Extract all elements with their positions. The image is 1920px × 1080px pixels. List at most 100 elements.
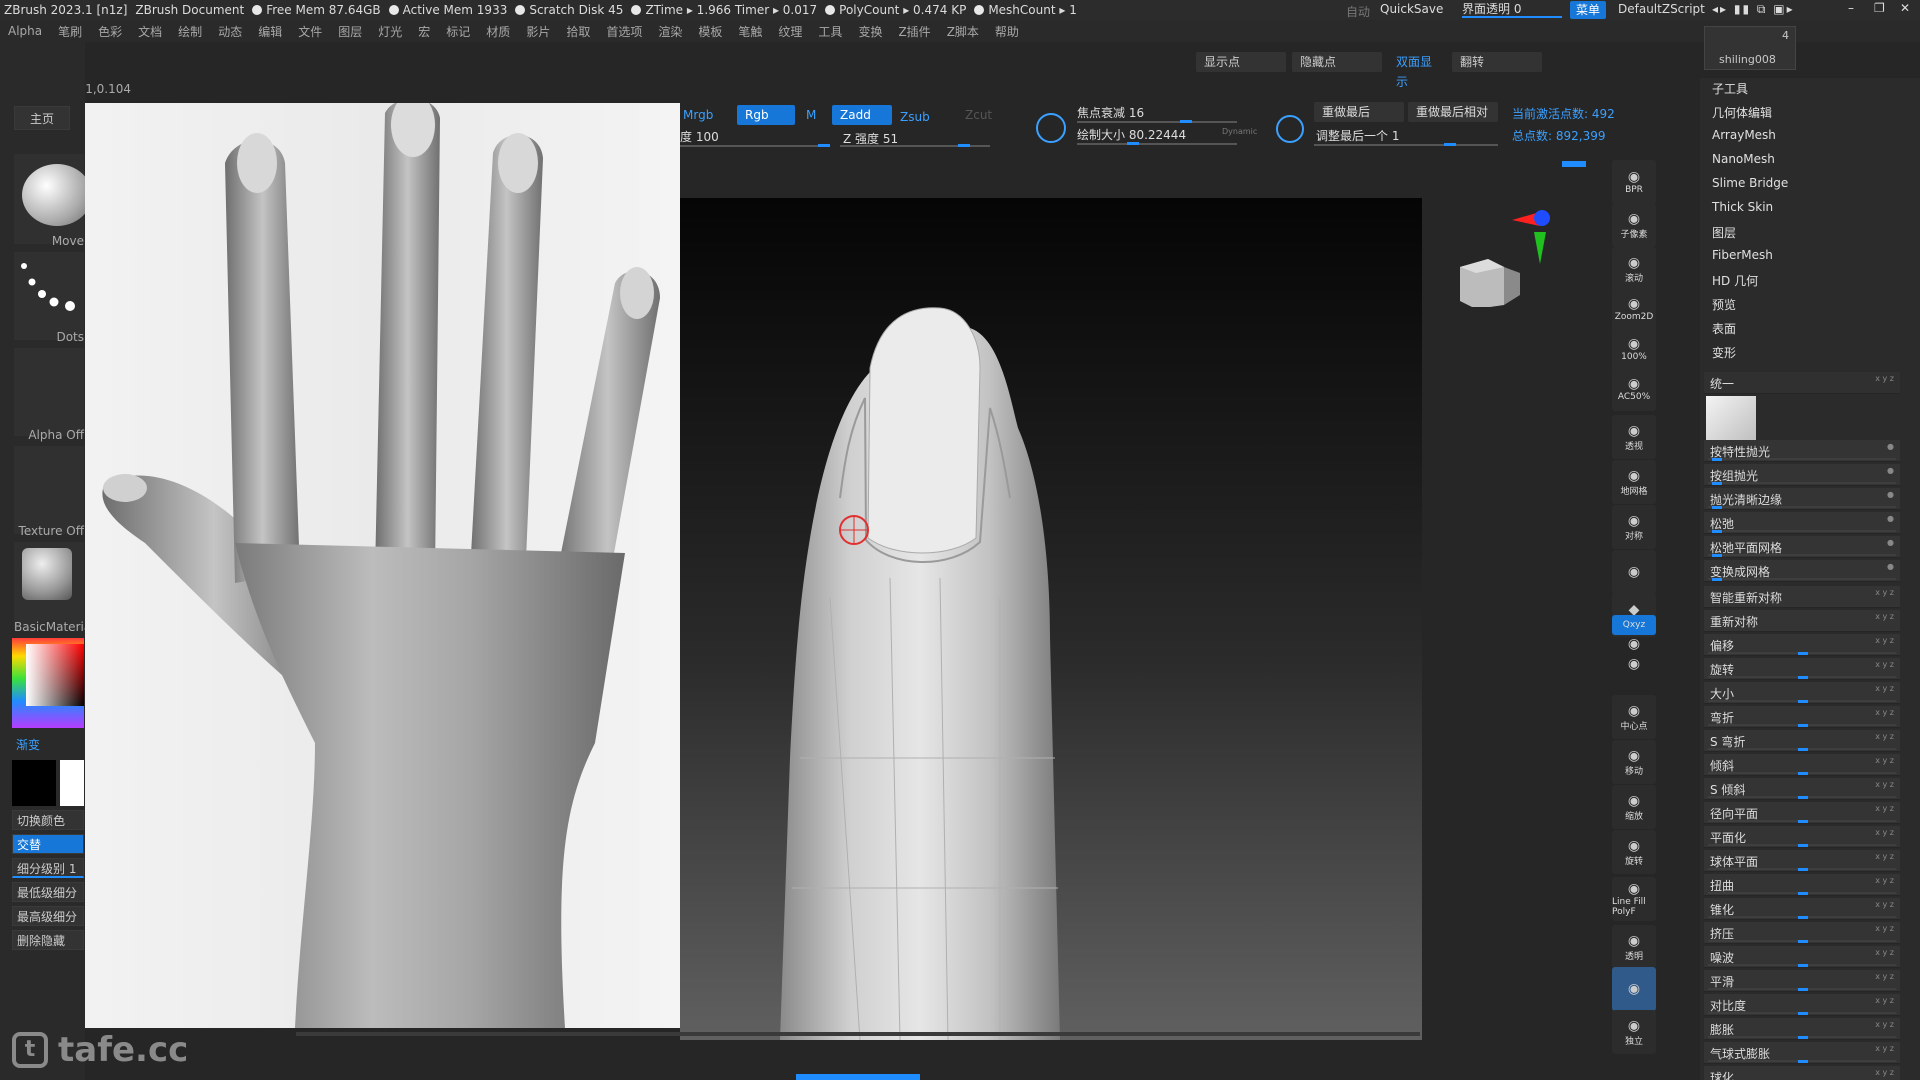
deform-row-axis-toggle[interactable]: x y z — [1875, 1068, 1894, 1077]
color-square[interactable] — [26, 644, 84, 706]
deform-row-7[interactable]: 重新对称 x y z — [1704, 610, 1900, 632]
deform-row-axis-toggle[interactable]: x y z — [1875, 684, 1894, 693]
menu-item-20[interactable]: 工具 — [810, 23, 850, 40]
deform-row-track[interactable] — [1708, 458, 1896, 460]
ui-transparency-slider[interactable]: 界面透明 0 — [1462, 0, 1562, 18]
mrgb-button[interactable]: Mrgb — [675, 105, 721, 125]
replay-last-relative-button[interactable]: 重做最后相对 — [1408, 102, 1498, 122]
deform-row-knob[interactable] — [1798, 772, 1808, 775]
deform-row-axis-toggle[interactable]: x y z — [1875, 732, 1894, 741]
linefill-icon[interactable]: ◉ Line Fill PolyF — [1612, 877, 1656, 921]
axis-gizmo[interactable] — [1510, 208, 1570, 268]
deform-row-5[interactable]: 变换成网格 ● — [1704, 560, 1900, 582]
deform-row-23[interactable]: 对比度 x y z — [1704, 994, 1900, 1016]
deform-row-axis-toggle[interactable]: x y z — [1875, 924, 1894, 933]
quicksave-button[interactable]: QuickSave — [1380, 2, 1443, 16]
menu-item-6[interactable]: 编辑 — [250, 23, 290, 40]
menu-item-22[interactable]: Z插件 — [890, 23, 938, 40]
bpr-icon[interactable]: ◉ BPR — [1612, 160, 1656, 204]
deform-row-axis-toggle[interactable]: x y z — [1875, 588, 1894, 597]
transparency-icon[interactable]: ◉ 透明 — [1612, 925, 1656, 969]
deform-row-24[interactable]: 膨胀 x y z — [1704, 1018, 1900, 1040]
deform-row-20[interactable]: 挤压 x y z — [1704, 922, 1900, 944]
deform-row-knob[interactable] — [1798, 820, 1808, 823]
deform-row-18[interactable]: 扭曲 x y z — [1704, 874, 1900, 896]
deform-row-axis-toggle[interactable]: x y z — [1875, 756, 1894, 765]
tool-menu-item-4[interactable]: Slime Bridge — [1712, 176, 1788, 190]
rotate-b-icon[interactable]: ◉ — [1612, 655, 1656, 673]
menu-item-3[interactable]: 文档 — [130, 23, 170, 40]
ghost-icon[interactable]: ◉ — [1612, 967, 1656, 1011]
floor-grid-icon[interactable]: ◉ 地网格 — [1612, 460, 1656, 504]
zadd-button[interactable]: Zadd — [832, 105, 892, 125]
deform-row-track[interactable] — [1708, 578, 1896, 580]
deform-row-axis-toggle[interactable]: ● — [1887, 514, 1894, 523]
menu-item-15[interactable]: 首选项 — [598, 23, 650, 40]
center-point-icon[interactable]: ◉ 中心点 — [1612, 695, 1656, 739]
switch-color-button[interactable]: 切换颜色 — [12, 810, 84, 830]
color-picker[interactable] — [12, 638, 84, 728]
deform-row-knob[interactable] — [1798, 940, 1808, 943]
minimize-icon[interactable]: – — [1848, 1, 1854, 15]
deform-row-10[interactable]: 大小 x y z — [1704, 682, 1900, 704]
zsub-button[interactable]: Zsub — [892, 107, 938, 127]
deform-row-2[interactable]: 抛光清晰边缘 ● — [1704, 488, 1900, 510]
deform-row-axis-toggle[interactable]: ● — [1887, 490, 1894, 499]
menu-item-18[interactable]: 笔触 — [730, 23, 770, 40]
deform-row-axis-toggle[interactable]: ● — [1887, 562, 1894, 571]
alpha-thumbnail[interactable] — [14, 348, 84, 436]
deform-row-1[interactable]: 按组抛光 ● — [1704, 464, 1900, 486]
deform-row-9[interactable]: 旋转 x y z — [1704, 658, 1900, 680]
deform-row-track[interactable] — [1708, 530, 1896, 532]
menu-item-9[interactable]: 灯光 — [370, 23, 410, 40]
menu-item-19[interactable]: 纹理 — [770, 23, 810, 40]
deform-row-axis-toggle[interactable]: x y z — [1875, 636, 1894, 645]
tool-menu-item-7[interactable]: FiberMesh — [1712, 248, 1773, 262]
deform-row-8[interactable]: 偏移 x y z — [1704, 634, 1900, 656]
deform-row-axis-toggle[interactable]: x y z — [1875, 1044, 1894, 1053]
rotate-icon[interactable]: ◉ 旋转 — [1612, 830, 1656, 874]
menu-item-21[interactable]: 变换 — [850, 23, 890, 40]
menu-item-0[interactable]: Alpha — [0, 24, 50, 38]
deform-row-15[interactable]: 径向平面 x y z — [1704, 802, 1900, 824]
perspective-icon[interactable]: ◉ 透视 — [1612, 415, 1656, 459]
deform-row-4[interactable]: 松弛平面网格 ● — [1704, 536, 1900, 558]
deform-row-knob[interactable] — [1798, 748, 1808, 751]
menu-item-12[interactable]: 材质 — [478, 23, 518, 40]
scroll-icon[interactable]: ◉ 滚动 — [1612, 247, 1656, 291]
flip-button[interactable]: 翻转 — [1452, 52, 1542, 72]
deform-row-knob[interactable] — [1798, 652, 1808, 655]
stroke-thumbnail[interactable] — [14, 252, 84, 340]
deform-row-axis-toggle[interactable]: x y z — [1875, 612, 1894, 621]
tool-menu-item-3[interactable]: NanoMesh — [1712, 152, 1775, 166]
deform-row-21[interactable]: 噪波 x y z — [1704, 946, 1900, 968]
tool-menu-item-0[interactable]: 子工具 — [1712, 80, 1748, 97]
restore-icon[interactable]: ❐ — [1874, 1, 1885, 15]
deform-row-axis-toggle[interactable]: x y z — [1875, 900, 1894, 909]
highest-subdiv-button[interactable]: 最高级细分 — [12, 906, 84, 926]
rgb-intensity-track[interactable] — [680, 145, 830, 147]
deform-row-knob[interactable] — [1711, 482, 1722, 485]
deform-row-knob[interactable] — [1798, 892, 1808, 895]
scale-icon[interactable]: ◉ 缩放 — [1612, 785, 1656, 829]
deform-row-3[interactable]: 松弛 ● — [1704, 512, 1900, 534]
menu-item-4[interactable]: 绘制 — [170, 23, 210, 40]
deform-row-axis-toggle[interactable]: ● — [1887, 466, 1894, 475]
replay-icon[interactable] — [1276, 115, 1304, 143]
deform-row-axis-toggle[interactable]: x y z — [1875, 828, 1894, 837]
menu-item-17[interactable]: 模板 — [690, 23, 730, 40]
tool-menu-item-6[interactable]: 图层 — [1712, 224, 1736, 241]
deform-row-axis-toggle[interactable]: x y z — [1875, 1020, 1894, 1029]
dynamic-label[interactable]: Dynamic — [1222, 127, 1257, 136]
deform-row-track[interactable] — [1708, 554, 1896, 556]
lock-icon[interactable]: ◉ — [1612, 550, 1656, 594]
deform-curve-preview[interactable] — [1706, 396, 1756, 444]
deform-row-26[interactable]: 球化 x y z — [1704, 1066, 1900, 1080]
deform-row-11[interactable]: 弯折 x y z — [1704, 706, 1900, 728]
deform-row-knob[interactable] — [1798, 988, 1808, 991]
menu-item-7[interactable]: 文件 — [290, 23, 330, 40]
menu-item-14[interactable]: 拾取 — [558, 23, 598, 40]
adjust-last-knob[interactable] — [1444, 143, 1456, 146]
focal-shift-icon[interactable] — [1036, 113, 1066, 143]
layout-icons[interactable]: ◂▸ ▮▮ ⧉ ▣▸ — [1712, 2, 1795, 17]
